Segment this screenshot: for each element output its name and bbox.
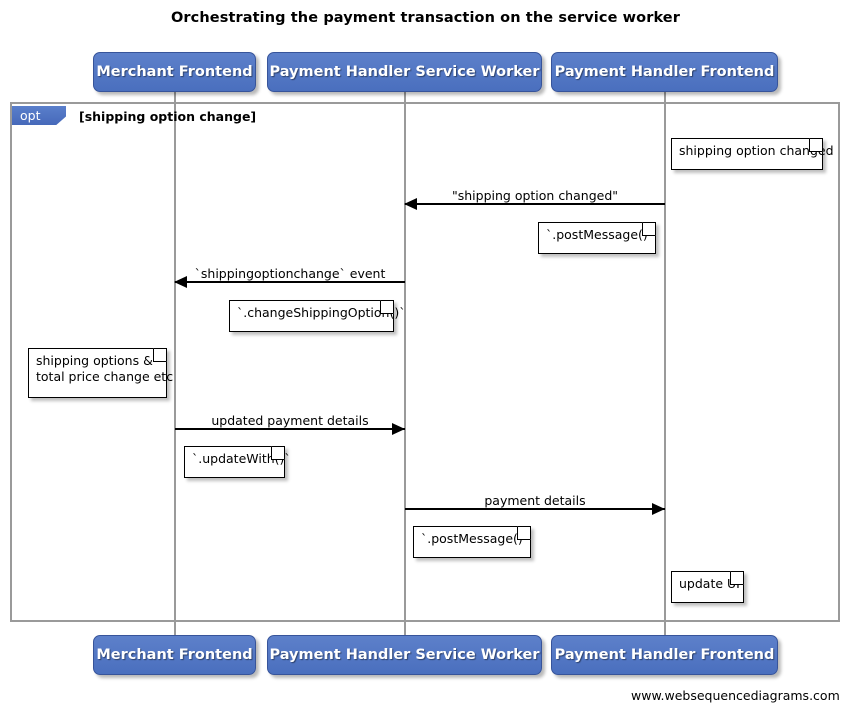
page-title: Orchestrating the payment transaction on… bbox=[171, 10, 680, 26]
participant-merchant-frontend-bottom[interactable]: Merchant Frontend bbox=[93, 635, 256, 675]
message-label-updated-payment-details: updated payment details bbox=[211, 413, 369, 428]
message-line-updated-payment-details bbox=[175, 428, 405, 430]
message-label-shippingoptionchange-event: `shippingoptionchange` event bbox=[194, 266, 386, 281]
message-line-shippingoptionchange-event bbox=[175, 281, 405, 283]
participant-payment-handler-service-worker-top[interactable]: Payment Handler Service Worker bbox=[267, 52, 542, 92]
message-line-shipping-option-changed bbox=[405, 203, 665, 205]
message-arrowhead-updated-payment-details bbox=[392, 423, 405, 435]
fragment-opt-guard: [shipping option change] bbox=[79, 109, 257, 124]
message-arrowhead-payment-details bbox=[652, 503, 665, 515]
footer-credit: www.websequencediagrams.com bbox=[631, 688, 840, 703]
message-label-shipping-option-changed: "shipping option changed" bbox=[451, 188, 618, 203]
message-label-payment-details: payment details bbox=[484, 493, 586, 508]
message-line-payment-details bbox=[405, 508, 665, 510]
participant-merchant-frontend-top[interactable]: Merchant Frontend bbox=[93, 52, 256, 92]
message-arrowhead-shipping-option-changed bbox=[404, 198, 417, 210]
message-arrowhead-shippingoptionchange-event bbox=[174, 276, 187, 288]
participant-payment-handler-frontend-bottom[interactable]: Payment Handler Frontend bbox=[551, 635, 778, 675]
note-post-message-2: `.postMessage()` bbox=[413, 526, 531, 558]
participant-payment-handler-frontend-top[interactable]: Payment Handler Frontend bbox=[551, 52, 778, 92]
note-shipping-options-total-price: shipping options & total price change et… bbox=[28, 348, 173, 398]
note-update-ui: update UI bbox=[671, 571, 744, 603]
note-shipping-option-changed: shipping option changed bbox=[671, 138, 834, 170]
note-post-message-1: `.postMessage()` bbox=[538, 222, 656, 254]
participant-payment-handler-service-worker-bottom[interactable]: Payment Handler Service Worker bbox=[267, 635, 542, 675]
fragment-opt-tab: opt bbox=[12, 106, 66, 125]
note-change-shipping-option: `.changeShippingOption()` bbox=[229, 300, 405, 332]
note-update-with: `.updateWith()` bbox=[184, 446, 291, 478]
sequence-diagram: Orchestrating the payment transaction on… bbox=[0, 0, 851, 710]
